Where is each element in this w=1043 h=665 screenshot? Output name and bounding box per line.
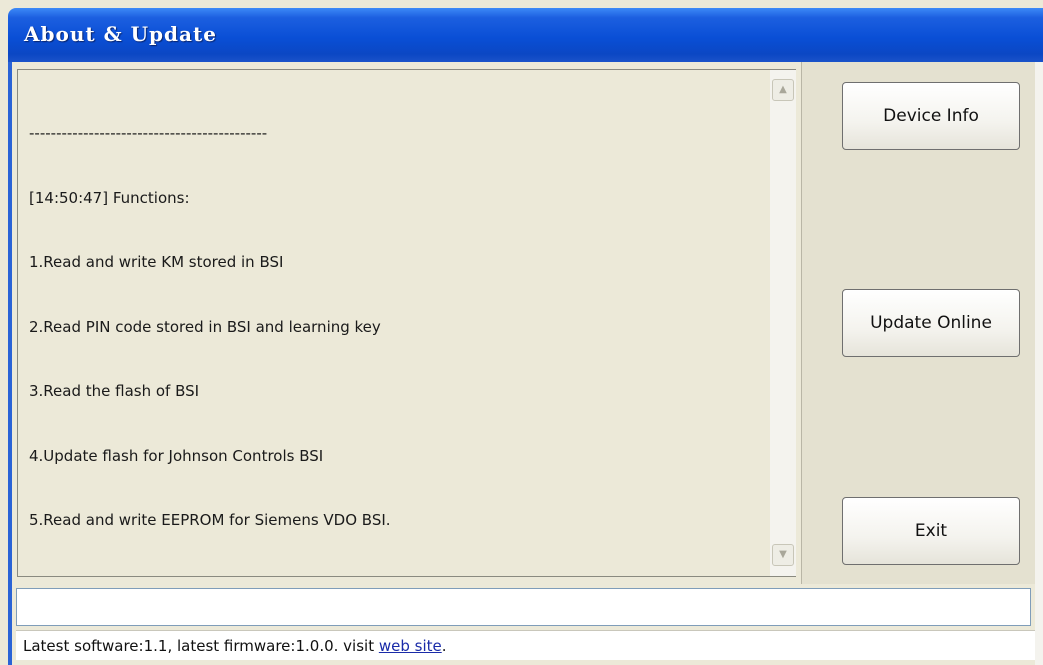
log-line: 2.Read PIN code stored in BSI and learni… [29, 317, 381, 336]
log-line: 3.Read the flash of BSI [29, 382, 200, 400]
log-line: ----------------------------------------… [29, 124, 268, 142]
update-online-button[interactable]: Update Online [842, 289, 1020, 357]
window-title: About & Update [24, 22, 217, 46]
log-lines: ----------------------------------------… [29, 80, 769, 575]
log-line: [14:50:47] Functions: [29, 188, 190, 207]
status-text: Latest software:1.1, latest firmware:1.0… [23, 637, 379, 655]
scroll-down-icon[interactable]: ▼ [772, 544, 794, 566]
scroll-up-icon[interactable]: ▲ [772, 79, 794, 101]
device-info-button[interactable]: Device Info [842, 82, 1020, 150]
status-bar: Latest software:1.1, latest firmware:1.0… [16, 630, 1035, 660]
exit-button[interactable]: Exit [842, 497, 1020, 565]
log-line: 1.Read and write KM stored in BSI [29, 253, 284, 271]
window-left-border [8, 62, 12, 665]
title-bar[interactable]: About & Update [8, 8, 1043, 62]
window-right-edge [1035, 62, 1043, 665]
log-textarea[interactable]: ----------------------------------------… [17, 69, 796, 577]
log-line: 4.Update flash for Johnson Controls BSI [29, 446, 324, 465]
log-line: 5.Read and write EEPROM for Siemens VDO … [29, 511, 391, 529]
web-site-link[interactable]: web site [379, 637, 442, 655]
vertical-scrollbar[interactable] [770, 70, 796, 576]
status-suffix: . [441, 637, 447, 655]
command-input[interactable] [16, 588, 1031, 626]
